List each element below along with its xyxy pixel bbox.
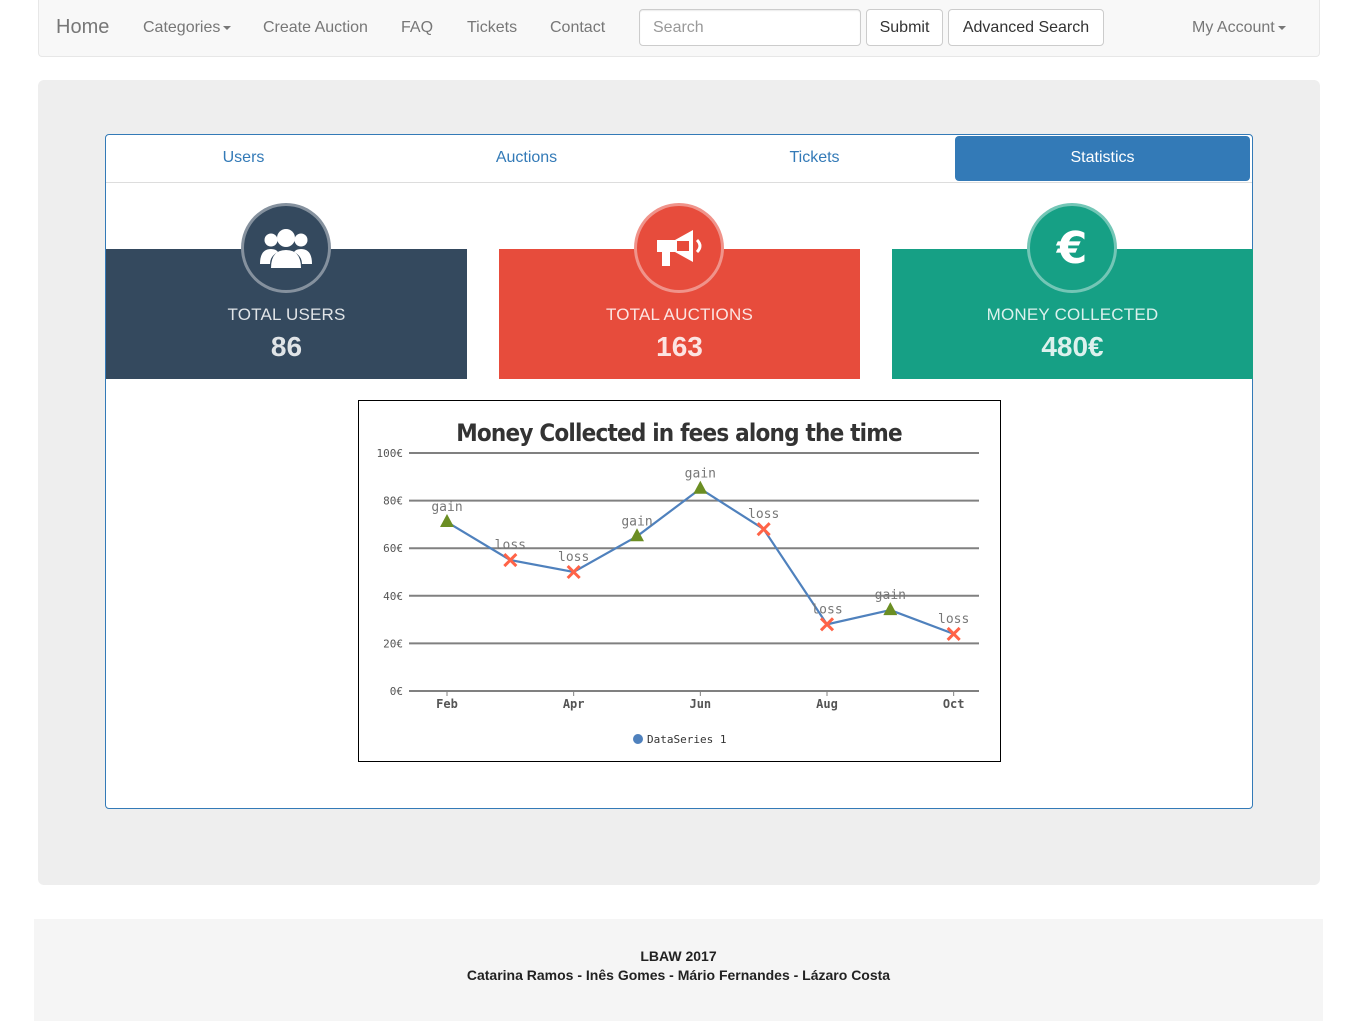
- stat-total-users: TOTAL USERS 86: [106, 203, 467, 379]
- faq-link[interactable]: FAQ: [401, 0, 433, 55]
- chart-y-tick-label: 40€: [383, 590, 403, 603]
- my-account-dropdown[interactable]: My Account: [1192, 0, 1286, 55]
- chart-point-label: loss: [811, 602, 842, 617]
- chart-point-label: loss: [495, 538, 526, 553]
- chart-point-label: loss: [938, 612, 969, 627]
- stat-total-auctions: TOTAL AUCTIONS 163: [499, 203, 860, 379]
- chart-y-tick-label: 0€: [390, 685, 403, 698]
- euro-icon: €: [1056, 222, 1088, 274]
- footer: LBAW 2017 Catarina Ramos - Inês Gomes - …: [34, 919, 1323, 1021]
- chart-point-label: gain: [685, 467, 716, 482]
- money-chart: Money Collected in fees along the time 0…: [358, 400, 1001, 762]
- users-icon: [260, 229, 312, 268]
- stat-money-collected: € MONEY COLLECTED 480€: [892, 203, 1253, 379]
- tab-tickets[interactable]: Tickets: [677, 135, 952, 181]
- chart-point-label: loss: [748, 507, 779, 522]
- chart-point-label: gain: [621, 514, 652, 529]
- chart-point-label: gain: [875, 588, 906, 603]
- footer-title: LBAW 2017: [640, 948, 717, 964]
- create-auction-link[interactable]: Create Auction: [263, 0, 368, 55]
- stat-circle: [634, 203, 724, 293]
- chart-point-gain: [440, 514, 454, 528]
- chart-y-tick-label: 80€: [383, 495, 403, 508]
- stat-circle: [241, 203, 331, 293]
- contact-link[interactable]: Contact: [550, 0, 605, 55]
- chart-point-gain: [630, 528, 644, 542]
- caret-down-icon: [223, 25, 232, 30]
- stat-label: TOTAL USERS: [227, 305, 346, 324]
- chart-point-loss: [756, 522, 771, 537]
- chart-x-tick-label: Apr: [563, 697, 585, 711]
- admin-tabs: Users Auctions Tickets Statistics: [106, 135, 1252, 183]
- advanced-search-button[interactable]: Advanced Search: [948, 9, 1104, 46]
- chart-point-label: loss: [558, 550, 589, 565]
- chart-y-tick-label: 20€: [383, 637, 403, 650]
- tickets-link[interactable]: Tickets: [467, 0, 517, 55]
- chart-x-tick-label: Feb: [436, 697, 458, 711]
- stat-label: MONEY COLLECTED: [986, 305, 1159, 324]
- chart-y-tick-label: 60€: [383, 542, 403, 555]
- categories-dropdown[interactable]: Categories: [143, 0, 232, 55]
- chart-point-loss: [946, 626, 961, 641]
- stat-value: 86: [270, 331, 303, 362]
- stat-value: 163: [656, 331, 703, 362]
- chart-x-tick-label: Jun: [689, 697, 711, 711]
- chart-series-line: [446, 487, 955, 635]
- money-chart-svg: Money Collected in fees along the time 0…: [377, 419, 979, 746]
- tab-users[interactable]: Users: [106, 135, 381, 181]
- chart-x-tick-label: Aug: [816, 697, 838, 711]
- chart-point-gain: [883, 602, 898, 616]
- stat-circle: €: [1027, 203, 1117, 293]
- chart-point-gain: [693, 480, 708, 494]
- legend-marker: [633, 734, 643, 744]
- tab-statistics[interactable]: Statistics: [955, 136, 1250, 181]
- my-account-label: My Account: [1192, 19, 1275, 36]
- submit-button[interactable]: Submit: [866, 9, 943, 46]
- legend-label: DataSeries 1: [647, 733, 726, 746]
- home-link[interactable]: Home: [56, 0, 109, 55]
- chart-x-tick-label: Oct: [943, 697, 965, 711]
- chart-point-label: gain: [431, 500, 462, 515]
- navbar: Home Categories Create Auction FAQ Ticke…: [38, 0, 1320, 57]
- chart-y-tick-label: 100€: [377, 447, 404, 460]
- admin-card: Users Auctions Tickets Statistics TOTAL …: [105, 134, 1253, 809]
- chart-title: Money Collected in fees along the time: [456, 419, 902, 447]
- tab-auctions[interactable]: Auctions: [389, 135, 664, 181]
- footer-authors: Catarina Ramos - Inês Gomes - Mário Fern…: [466, 967, 891, 983]
- stat-value: 480€: [1041, 331, 1104, 362]
- caret-down-icon: [1277, 25, 1286, 30]
- megaphone-icon: [657, 230, 702, 266]
- categories-label: Categories: [143, 19, 221, 36]
- search-input[interactable]: [639, 9, 861, 46]
- stat-label: TOTAL AUCTIONS: [605, 305, 753, 324]
